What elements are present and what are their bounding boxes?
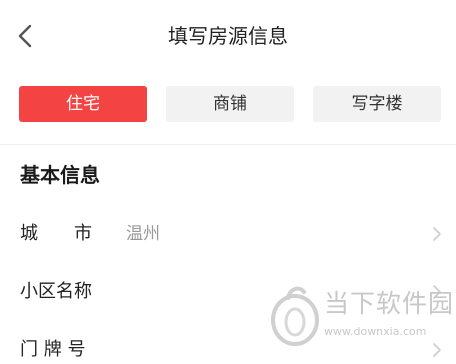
city-label: 城 市 [20,223,92,244]
community-name-row[interactable]: 小区名称 [0,272,456,312]
tab-shop[interactable]: 商铺 [166,86,294,122]
chevron-right-icon [433,227,441,241]
section-divider [0,144,456,145]
section-title-basic-info: 基本信息 [20,163,100,187]
community-name-label: 小区名称 [20,281,92,302]
unit-number-label: 门 牌 号 [20,339,86,360]
unit-number-row[interactable]: 门 牌 号 [0,330,456,364]
tab-residential[interactable]: 住宅 [19,86,147,122]
chevron-right-icon [433,285,441,299]
city-row[interactable]: 城 市 温州 [0,214,456,254]
city-value: 温州 [126,224,160,244]
app-page: 填写房源信息 住宅 商铺 写字楼 基本信息 城 市 温州 小区名称 门 牌 号 … [0,0,456,364]
page-title: 填写房源信息 [168,24,288,48]
nav-header: 填写房源信息 [0,0,456,72]
tab-office-building[interactable]: 写字楼 [313,86,441,122]
property-type-tabs: 住宅 商铺 写字楼 [19,86,441,122]
chevron-right-icon [433,343,441,357]
